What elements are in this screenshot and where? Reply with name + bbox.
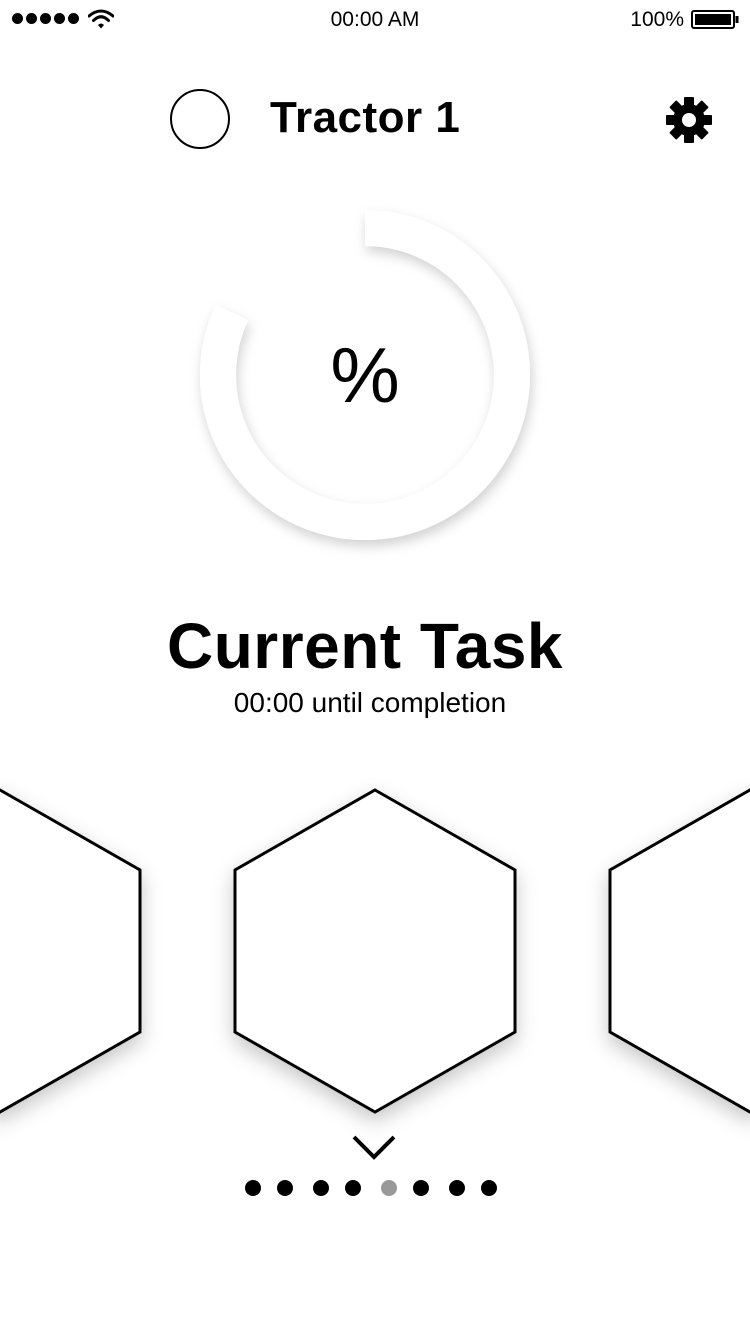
gear-icon[interactable]	[665, 96, 713, 144]
page-title: Tractor 1	[270, 93, 461, 142]
device-avatar[interactable]	[170, 89, 230, 149]
current-task-title: Current Task	[166, 610, 564, 682]
pagination-dot[interactable]	[313, 1180, 329, 1196]
hexagon-card-current[interactable]	[233, 788, 517, 1114]
pagination-dot[interactable]	[449, 1180, 465, 1196]
battery-percentage: 100%	[630, 8, 684, 31]
pagination-dot[interactable]	[245, 1180, 261, 1196]
battery-icon	[691, 10, 739, 29]
app-screen: 00:00 AM 100% Tractor 1 % Current Task 0…	[0, 0, 750, 1334]
pagination-dot[interactable]	[413, 1180, 429, 1196]
status-bar: 00:00 AM 100%	[0, 0, 750, 40]
hexagon-card-next[interactable]	[608, 788, 750, 1114]
progress-percent-label: %	[330, 331, 400, 419]
pagination-dot[interactable]	[277, 1180, 293, 1196]
pagination-dots	[0, 1180, 750, 1198]
hexagon-card-previous[interactable]	[0, 788, 142, 1114]
pagination-dot-active[interactable]	[381, 1180, 397, 1196]
chevron-down-icon[interactable]	[352, 1134, 396, 1160]
pagination-dot[interactable]	[481, 1180, 497, 1196]
task-eta-text: 00:00 until completion	[233, 687, 507, 718]
task-carousel[interactable]	[0, 770, 750, 1140]
pagination-dot[interactable]	[345, 1180, 361, 1196]
